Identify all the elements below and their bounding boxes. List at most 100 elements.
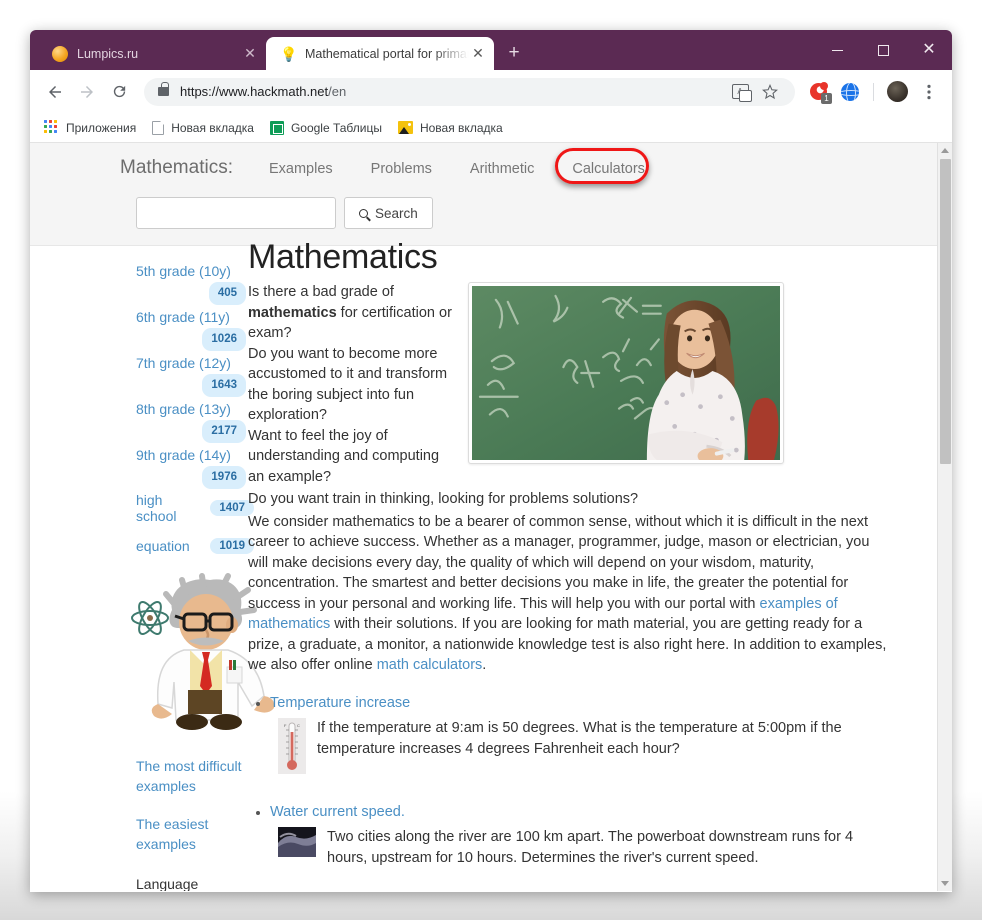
extension-icon-globe[interactable] bbox=[835, 77, 865, 107]
svg-text:C: C bbox=[297, 723, 300, 728]
page-icon bbox=[152, 120, 165, 135]
bookmark-google-sheets[interactable]: Google Таблицы bbox=[269, 120, 382, 135]
bookmarks-bar: Приложения Новая вкладка Google Таблицы … bbox=[30, 113, 952, 143]
browser-tab-hackmath[interactable]: 💡 Mathematical portal for primary a ✕ bbox=[266, 37, 494, 70]
page-body: 5th grade (10y) 405 6th grade (11y) 1026… bbox=[30, 238, 937, 891]
scroll-down-arrow-icon[interactable] bbox=[938, 876, 952, 891]
tab-strip: Lumpics.ru ✕ 💡 Mathematical portal for p… bbox=[30, 30, 952, 70]
nav-item-examples[interactable]: Examples bbox=[269, 161, 333, 177]
back-arrow-icon[interactable] bbox=[40, 77, 70, 107]
apps-grid-icon bbox=[44, 120, 59, 135]
intro-text: Is there a bad grade of mathematics for … bbox=[248, 282, 456, 487]
link-math-calculators[interactable]: math calculators bbox=[377, 657, 483, 673]
grade-link[interactable]: 5th grade (10y) bbox=[136, 263, 231, 279]
problem-link-temperature-increase[interactable]: Temperature increase bbox=[270, 695, 410, 711]
translate-icon[interactable]: А bbox=[725, 77, 755, 107]
extension-badge-count: 1 bbox=[821, 92, 832, 104]
problem-text: If the temperature at 9:am is 50 degrees… bbox=[317, 719, 842, 757]
browser-window: Lumpics.ru ✕ 💡 Mathematical portal for p… bbox=[30, 30, 952, 892]
problem-body: Two cities along the river are 100 km ap… bbox=[270, 826, 893, 869]
page-title: Mathematics: bbox=[120, 157, 233, 178]
tab-title: Lumpics.ru bbox=[77, 46, 139, 61]
intro-bold-word: mathematics bbox=[248, 304, 337, 321]
search-icon bbox=[359, 208, 368, 218]
intro-question-4: Do you want train in thinking, looking f… bbox=[248, 491, 639, 507]
bookmark-new-tab-1[interactable]: Новая вкладка bbox=[152, 120, 254, 135]
bookmark-new-tab-2[interactable]: Новая вкладка bbox=[397, 120, 503, 135]
minimize-icon[interactable] bbox=[814, 30, 860, 70]
nav-item-calculators[interactable]: Calculators bbox=[572, 161, 645, 177]
close-icon[interactable]: ✕ bbox=[906, 30, 952, 70]
problem-text: Two cities along the river are 100 km ap… bbox=[327, 828, 854, 866]
list-item: Temperature increase bbox=[270, 694, 893, 779]
url-host: https://www.hackmath.net bbox=[180, 84, 329, 99]
list-item: Water current speed. bbox=[270, 803, 893, 869]
grade-link[interactable]: 8th grade (13y) bbox=[136, 401, 231, 417]
intro-question-3: Want to feel the joy of understanding an… bbox=[248, 427, 440, 485]
bookmark-label: Новая вкладка bbox=[419, 120, 503, 135]
scroll-up-arrow-icon[interactable] bbox=[938, 143, 952, 158]
intro-question-2: Do you want to become more accustomed to… bbox=[248, 345, 448, 424]
browser-toolbar: https://www.hackmath.net/en А 1 bbox=[30, 70, 952, 113]
grade-link[interactable]: 6th grade (11y) bbox=[136, 309, 230, 325]
thermometer-icon: F C bbox=[278, 717, 306, 779]
language-label: Language bbox=[136, 876, 199, 891]
page-scrollbar[interactable] bbox=[937, 143, 952, 891]
bookmark-label: Google Таблицы bbox=[290, 120, 382, 135]
problem-body: F C If the temperature at 9:am is 50 deg… bbox=[270, 717, 893, 779]
maximize-icon[interactable] bbox=[860, 30, 906, 70]
scrollbar-thumb[interactable] bbox=[940, 159, 951, 464]
star-icon[interactable] bbox=[755, 77, 785, 107]
lock-icon bbox=[158, 82, 169, 96]
url-path: /en bbox=[328, 84, 347, 99]
sidebar-link-easiest[interactable]: The easiest examples bbox=[136, 814, 246, 854]
sheets-icon bbox=[269, 120, 284, 135]
extension-icon-adblock[interactable]: 1 bbox=[803, 77, 833, 107]
reload-icon[interactable] bbox=[104, 77, 134, 107]
paragraph-part-2: with their solutions. If you are looking… bbox=[248, 616, 887, 673]
sidebar-item-grade-6: 6th grade (11y) 1026 bbox=[136, 308, 246, 351]
problem-link-water-current-speed[interactable]: Water current speed. bbox=[270, 804, 405, 820]
main-heading: Mathematics bbox=[248, 238, 438, 276]
main-paragraph: We consider mathematics to be a bearer o… bbox=[248, 512, 893, 676]
bookmark-label: Новая вкладка bbox=[171, 120, 254, 135]
address-bar[interactable]: https://www.hackmath.net/en А bbox=[144, 77, 795, 107]
toolbar-divider bbox=[873, 82, 874, 101]
browser-tab-lumpics[interactable]: Lumpics.ru ✕ bbox=[38, 37, 266, 70]
grade-link[interactable]: 7th grade (12y) bbox=[136, 355, 231, 371]
grade-link[interactable]: equation bbox=[136, 538, 202, 554]
tab-title: Mathematical portal for primary a bbox=[305, 46, 470, 61]
sidebar-link-most-difficult[interactable]: The most difficult examples bbox=[136, 756, 246, 796]
problem-list: Temperature increase bbox=[248, 694, 893, 869]
bookmark-apps[interactable]: Приложения bbox=[44, 120, 136, 135]
intro-part-1: Is there a bad grade of bbox=[248, 284, 394, 300]
paragraph-part-3: . bbox=[482, 657, 487, 673]
sidebar-item-grade-5: 5th grade (10y) 405 bbox=[136, 262, 246, 305]
window-controls: ✕ bbox=[814, 30, 952, 70]
forward-arrow-icon[interactable] bbox=[72, 77, 102, 107]
site-header: Mathematics: Examples Problems Arithmeti… bbox=[30, 143, 937, 246]
orange-circle-icon bbox=[52, 45, 68, 62]
new-tab-button[interactable]: + bbox=[500, 39, 528, 67]
page-viewport: Mathematics: Examples Problems Arithmeti… bbox=[30, 143, 952, 891]
main-column: Mathematics Is there a bad grade of math… bbox=[240, 238, 937, 891]
chalkboard-photo bbox=[468, 282, 784, 464]
lightbulb-icon: 💡 bbox=[280, 45, 298, 62]
nav-item-arithmetic[interactable]: Arithmetic bbox=[470, 161, 534, 177]
search-input[interactable] bbox=[136, 197, 336, 229]
image-icon bbox=[397, 121, 413, 134]
close-icon[interactable]: ✕ bbox=[242, 45, 258, 62]
sidebar-item-grade-8: 8th grade (13y) 2177 bbox=[136, 400, 246, 443]
close-icon[interactable]: ✕ bbox=[470, 45, 486, 62]
nav-item-problems[interactable]: Problems bbox=[371, 161, 432, 177]
sidebar-item-grade-7: 7th grade (12y) 1643 bbox=[136, 354, 246, 397]
page-content: Mathematics: Examples Problems Arithmeti… bbox=[30, 143, 937, 891]
screenshot-root: Lumpics.ru ✕ 💡 Mathematical portal for p… bbox=[0, 0, 982, 920]
search-button[interactable]: Search bbox=[344, 197, 433, 229]
grade-link[interactable]: high school bbox=[136, 492, 202, 524]
grade-link[interactable]: 9th grade (14y) bbox=[136, 447, 231, 463]
sidebar-item-equation: equation 1019 bbox=[136, 538, 254, 554]
sidebar-item-high-school: high school 1407 bbox=[136, 492, 254, 524]
three-dot-menu-icon[interactable] bbox=[914, 77, 944, 107]
avatar[interactable] bbox=[882, 77, 912, 107]
